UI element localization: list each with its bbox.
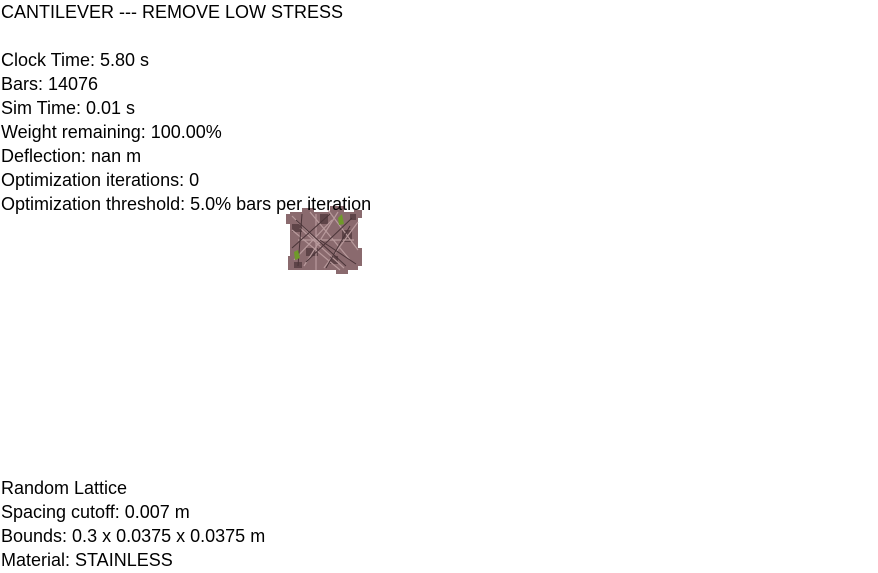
bars-count-readout: Bars: 14076 xyxy=(1,74,99,94)
material-label: Material: STAINLESS xyxy=(1,550,173,570)
spacing-cutoff-label: Spacing cutoff: 0.007 m xyxy=(1,502,190,522)
optimization-iterations-readout: Optimization iterations: 0 xyxy=(1,170,200,190)
sim-time-readout: Sim Time: 0.01 s xyxy=(1,98,136,118)
clock-time-readout: Clock Time: 5.80 s xyxy=(1,50,150,70)
weight-remaining-readout: Weight remaining: 100.00% xyxy=(1,122,222,142)
deflection-readout: Deflection: nan m xyxy=(1,146,142,166)
optimization-threshold-readout: Optimization threshold: 5.0% bars per it… xyxy=(1,194,372,214)
bounds-label: Bounds: 0.3 x 0.0375 x 0.0375 m xyxy=(1,526,266,546)
simulation-title: CANTILEVER --- REMOVE LOW STRESS xyxy=(1,2,344,22)
lattice-type-label: Random Lattice xyxy=(1,478,128,498)
